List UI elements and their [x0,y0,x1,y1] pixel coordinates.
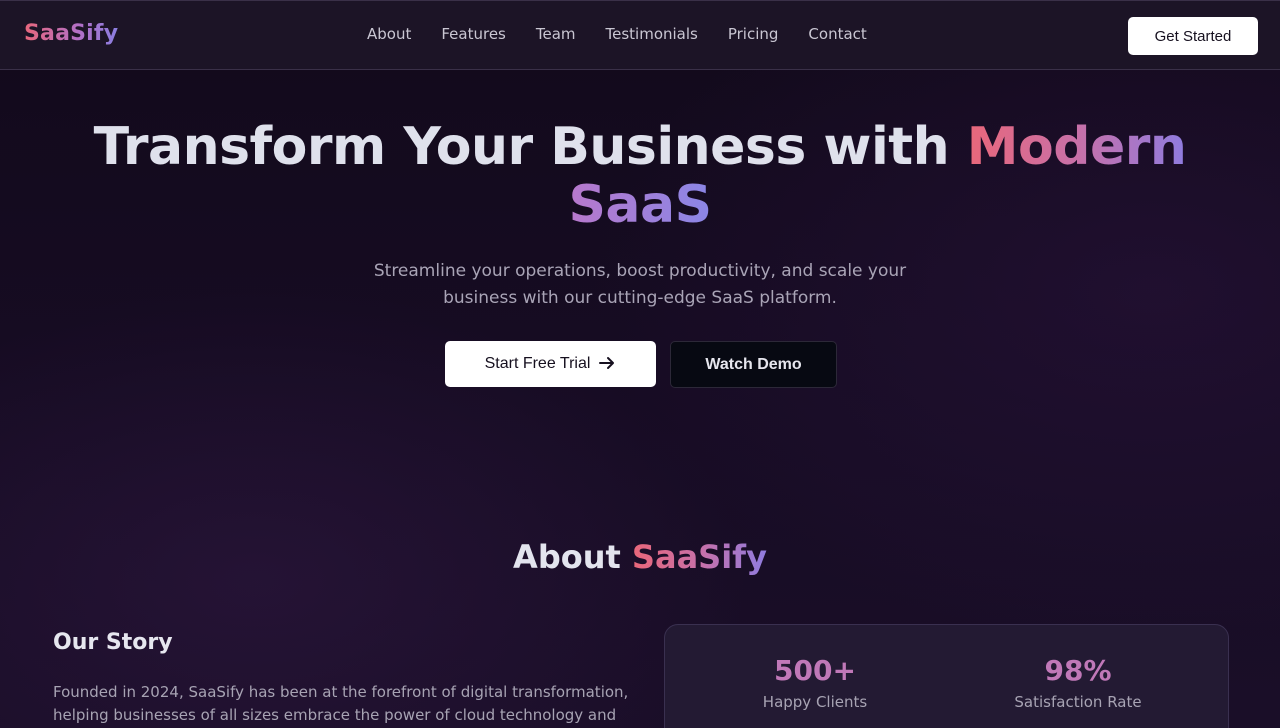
hero-title-main: Transform Your Business with [93,117,967,177]
hero-subtitle: Streamline your operations, boost produc… [373,261,907,308]
hero-title-highlight-saas: SaaS [568,175,712,235]
stat-value: 500+ [774,654,856,687]
start-free-trial-button[interactable]: Start Free Trial [445,341,656,387]
nav-links: About Features Team Testimonials Pricing… [367,25,897,43]
top-navbar: SaaSify About Features Team Testimonials… [0,0,1280,70]
stat-satisfaction-rate: 98% Satisfaction Rate [958,654,1198,712]
brand-logo[interactable]: SaaSify [24,21,118,46]
stats-card: 500+ Happy Clients 98% Satisfaction Rate [664,624,1229,728]
hero-title: Transform Your Business with Modern SaaS [0,118,1280,234]
nav-link-about[interactable]: About [367,25,411,43]
story-title: Our Story [53,630,173,655]
nav-link-contact[interactable]: Contact [808,25,866,43]
story-text: Founded in 2024, SaaSify has been at the… [53,683,629,724]
nav-link-team[interactable]: Team [536,25,576,43]
hero-title-highlight-modern: Modern [966,117,1187,177]
stat-value: 98% [1044,654,1112,687]
nav-link-testimonials[interactable]: Testimonials [606,25,698,43]
get-started-button[interactable]: Get Started [1128,17,1258,55]
start-free-trial-label: Start Free Trial [484,355,591,372]
about-title: About SaaSify [0,538,1280,576]
nav-link-features[interactable]: Features [441,25,506,43]
arrow-right-icon [598,354,616,375]
about-title-prefix: About [513,538,632,576]
stat-label: Happy Clients [762,693,868,711]
stat-label: Satisfaction Rate [1014,693,1142,711]
about-title-highlight: SaaSify [631,538,767,576]
nav-link-pricing[interactable]: Pricing [728,25,779,43]
watch-demo-button[interactable]: Watch Demo [670,341,837,388]
stat-happy-clients: 500+ Happy Clients [695,654,935,712]
